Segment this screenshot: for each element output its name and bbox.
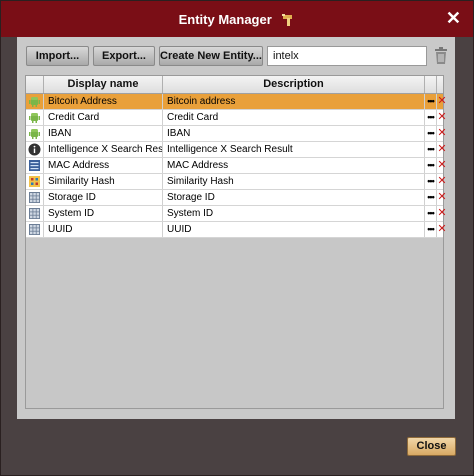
row-display-name: UUID: [44, 222, 163, 237]
grid-icon: [28, 224, 41, 235]
row-icon-cell: [26, 190, 44, 205]
entity-table: Display name Description Bitcoin Address…: [25, 75, 447, 409]
delete-icon[interactable]: ✕: [437, 94, 447, 109]
delete-icon[interactable]: ✕: [437, 190, 447, 205]
delete-icon[interactable]: ✕: [437, 222, 447, 237]
import-button[interactable]: Import...: [26, 46, 89, 66]
row-display-name: System ID: [44, 206, 163, 221]
search-input[interactable]: intelx: [267, 46, 427, 66]
android-icon: [28, 128, 41, 139]
delete-icon[interactable]: ✕: [437, 110, 447, 125]
table-row[interactable]: System ID System ID ••• ✕: [26, 206, 447, 222]
hammer-icon: [282, 13, 293, 26]
table-row[interactable]: Credit Card Credit Card ••• ✕: [26, 110, 447, 126]
row-display-name: Similarity Hash: [44, 174, 163, 189]
row-description: Bitcoin address: [163, 94, 425, 109]
close-icon[interactable]: ✕: [446, 8, 461, 28]
export-button[interactable]: Export...: [93, 46, 155, 66]
network-card-icon: [28, 160, 41, 171]
entity-panel: Import... Export... Create New Entity...…: [17, 37, 455, 419]
table-row[interactable]: Storage ID Storage ID ••• ✕: [26, 190, 447, 206]
table-header: Display name Description: [26, 76, 443, 94]
close-button[interactable]: Close: [407, 437, 456, 456]
row-icon-cell: [26, 142, 44, 157]
more-options-icon[interactable]: •••: [425, 158, 437, 173]
grid-icon: [28, 208, 41, 219]
window-title-text: Entity Manager: [178, 12, 272, 28]
row-display-name: MAC Address: [44, 158, 163, 173]
row-icon-cell: [26, 158, 44, 173]
row-icon-cell: [26, 174, 44, 189]
more-options-icon[interactable]: •••: [425, 126, 437, 141]
row-description: System ID: [163, 206, 425, 221]
table-row[interactable]: UUID UUID ••• ✕: [26, 222, 447, 238]
row-description: MAC Address: [163, 158, 425, 173]
row-description: Credit Card: [163, 110, 425, 125]
android-icon: [28, 96, 41, 107]
more-options-icon[interactable]: •••: [425, 222, 437, 237]
android-icon: [28, 112, 41, 123]
info-icon: [28, 143, 41, 156]
hash-icon: [28, 176, 41, 187]
row-display-name: Intelligence X Search Result: [44, 142, 163, 157]
row-display-name: Credit Card: [44, 110, 163, 125]
row-description: Intelligence X Search Result: [163, 142, 425, 157]
delete-icon[interactable]: ✕: [437, 142, 447, 157]
row-icon-cell: [26, 94, 44, 109]
title-bar[interactable]: Entity Manager ✕: [1, 1, 473, 37]
more-options-icon[interactable]: •••: [425, 174, 437, 189]
row-display-name: IBAN: [44, 126, 163, 141]
more-options-icon[interactable]: •••: [425, 206, 437, 221]
grid-icon: [28, 192, 41, 203]
delete-icon[interactable]: ✕: [437, 174, 447, 189]
table-row[interactable]: IBAN IBAN ••• ✕: [26, 126, 447, 142]
row-display-name: Bitcoin Address: [44, 94, 163, 109]
more-options-icon[interactable]: •••: [425, 110, 437, 125]
row-description: Storage ID: [163, 190, 425, 205]
header-actions: [425, 76, 437, 93]
more-options-icon[interactable]: •••: [425, 142, 437, 157]
delete-icon[interactable]: ✕: [437, 206, 447, 221]
header-icon-column[interactable]: [26, 76, 44, 93]
trash-icon[interactable]: [434, 47, 448, 65]
table-row[interactable]: MAC Address MAC Address ••• ✕: [26, 158, 447, 174]
entity-manager-window: Entity Manager ✕ Import... Export... Cre…: [0, 0, 474, 476]
header-display-name[interactable]: Display name: [44, 76, 163, 93]
table-row[interactable]: Intelligence X Search Result Intelligence…: [26, 142, 447, 158]
row-description: Similarity Hash: [163, 174, 425, 189]
row-icon-cell: [26, 126, 44, 141]
table-row[interactable]: Bitcoin Address Bitcoin address ••• ✕: [26, 94, 447, 110]
more-options-icon[interactable]: •••: [425, 190, 437, 205]
table-row[interactable]: Similarity Hash Similarity Hash ••• ✕: [26, 174, 447, 190]
delete-icon[interactable]: ✕: [437, 126, 447, 141]
row-description: IBAN: [163, 126, 425, 141]
row-description: UUID: [163, 222, 425, 237]
delete-icon[interactable]: ✕: [437, 158, 447, 173]
row-icon-cell: [26, 110, 44, 125]
more-options-icon[interactable]: •••: [425, 94, 437, 109]
create-new-entity-button[interactable]: Create New Entity...: [159, 46, 263, 66]
header-description[interactable]: Description: [163, 76, 425, 93]
row-icon-cell: [26, 206, 44, 221]
row-display-name: Storage ID: [44, 190, 163, 205]
row-icon-cell: [26, 222, 44, 237]
window-title: Entity Manager: [1, 11, 473, 27]
